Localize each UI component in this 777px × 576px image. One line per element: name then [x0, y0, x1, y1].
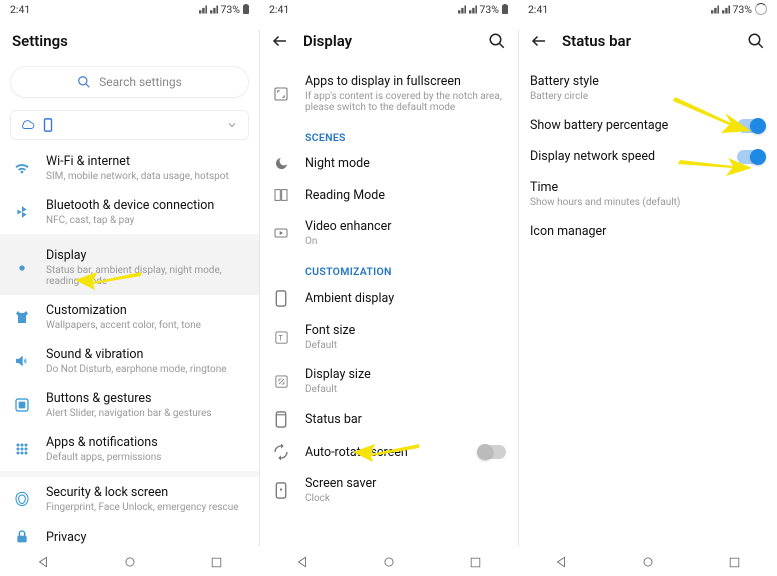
lock-icon: [14, 529, 30, 545]
loading-icon: [755, 3, 767, 15]
search-icon: [77, 75, 91, 89]
nav-back-icon[interactable]: [554, 555, 568, 569]
cloud-icon: [21, 118, 35, 132]
section-customization: CUSTOMIZATION: [259, 255, 518, 282]
video-enhancer-row[interactable]: Video enhancerOn: [259, 211, 518, 255]
auto-rotate-toggle[interactable]: [478, 445, 506, 459]
night-mode-row[interactable]: Night mode: [259, 148, 518, 179]
display-size-row[interactable]: Display sizeDefault: [259, 359, 518, 403]
page-title: Settings: [12, 32, 247, 50]
svg-text:T: T: [278, 333, 283, 342]
screen-saver-row[interactable]: Screen saverClock: [259, 468, 518, 512]
account-card[interactable]: [10, 110, 249, 140]
brightness-icon: [14, 260, 30, 276]
fingerprint-icon: [14, 491, 30, 507]
gestures-icon: [14, 397, 30, 413]
chevron-down-icon: [226, 119, 238, 131]
system-status-bar: 2:41 73%: [259, 0, 518, 18]
nav-home-icon[interactable]: [382, 555, 396, 569]
back-icon[interactable]: [530, 32, 548, 50]
signal-icon: [199, 5, 207, 14]
nav-recent-icon[interactable]: [469, 556, 482, 569]
page-title: Display: [303, 32, 474, 50]
clock: 2:41: [269, 3, 289, 16]
nav-bar: [0, 548, 259, 576]
signal2-icon: [210, 5, 218, 14]
icon-manager-row[interactable]: Icon manager: [518, 216, 777, 247]
signal-icon: [711, 5, 719, 14]
screensaver-icon: [275, 482, 287, 499]
search-icon[interactable]: [488, 32, 506, 50]
wifi-icon: [14, 160, 30, 176]
settings-item-bluetooth[interactable]: Bluetooth & device connectionNFC, cast, …: [0, 190, 259, 234]
settings-item-wifi[interactable]: Wi-Fi & internetSIM, mobile network, dat…: [0, 146, 259, 190]
nav-bar: [259, 548, 518, 576]
settings-item-display[interactable]: DisplayStatus bar, ambient display, nigh…: [0, 240, 259, 295]
time-row[interactable]: TimeShow hours and minutes (default): [518, 172, 777, 216]
network-speed-toggle[interactable]: [737, 150, 765, 164]
signal2-icon: [722, 5, 730, 14]
clock: 2:41: [528, 3, 548, 16]
nav-back-icon[interactable]: [36, 555, 50, 569]
page-title: Status bar: [562, 32, 733, 50]
nav-recent-icon[interactable]: [728, 556, 741, 569]
fullscreen-icon: [273, 86, 289, 102]
ambient-display-row[interactable]: Ambient display: [259, 282, 518, 315]
show-battery-pct-row[interactable]: Show battery percentage: [518, 110, 777, 141]
battery-icon: [502, 4, 508, 14]
back-icon[interactable]: [271, 32, 289, 50]
nav-bar: [518, 548, 777, 576]
search-icon[interactable]: [747, 32, 765, 50]
system-status-bar: 2:41 73%: [518, 0, 777, 18]
shirt-icon: [14, 309, 30, 325]
font-icon: T: [274, 330, 289, 345]
signal-icon: [458, 5, 466, 14]
settings-item-privacy[interactable]: Privacy: [0, 521, 259, 548]
settings-item-apps[interactable]: Apps & notificationsDefault apps, permis…: [0, 427, 259, 471]
battery-pct: 73%: [221, 3, 241, 16]
settings-item-security[interactable]: Security & lock screenFingerprint, Face …: [0, 477, 259, 521]
section-scenes: SCENES: [259, 121, 518, 148]
phone-icon: [43, 118, 53, 132]
bluetooth-icon: [15, 204, 29, 220]
apps-fullscreen-row[interactable]: Apps to display in fullscreenIf app's co…: [259, 66, 518, 121]
nav-home-icon[interactable]: [641, 555, 655, 569]
status-bar-row[interactable]: Status bar: [259, 403, 518, 436]
status-bar-panel: 2:41 73% Status bar Battery styleBattery…: [518, 0, 777, 576]
battery-icon: [243, 4, 249, 14]
nav-recent-icon[interactable]: [210, 556, 223, 569]
settings-item-buttons[interactable]: Buttons & gesturesAlert Slider, navigati…: [0, 383, 259, 427]
signal2-icon: [469, 5, 477, 14]
battery-pct: 73%: [480, 3, 500, 16]
phone-icon: [275, 290, 287, 307]
settings-item-customization[interactable]: CustomizationWallpapers, accent color, f…: [0, 295, 259, 339]
system-status-bar: 2:41 73%: [0, 0, 259, 18]
moon-icon: [274, 156, 289, 171]
battery-pct-toggle[interactable]: [737, 119, 765, 133]
clock: 2:41: [10, 3, 30, 16]
font-size-row[interactable]: T Font sizeDefault: [259, 315, 518, 359]
settings-panel: 2:41 73% Settings Search settings Wi-Fi …: [0, 0, 259, 576]
statusbar-icon: [275, 411, 287, 428]
apps-icon: [14, 441, 30, 457]
nav-home-icon[interactable]: [123, 555, 137, 569]
volume-icon: [14, 353, 30, 369]
book-icon: [273, 187, 289, 203]
display-panel: 2:41 73% Display Apps to display in full…: [259, 0, 518, 576]
auto-rotate-row[interactable]: Auto-rotate screen: [259, 436, 518, 468]
rotate-icon: [273, 444, 289, 460]
reading-mode-row[interactable]: Reading Mode: [259, 179, 518, 211]
resize-icon: [274, 374, 289, 389]
settings-item-sound[interactable]: Sound & vibrationDo Not Disturb, earphon…: [0, 339, 259, 383]
video-icon: [273, 225, 289, 241]
header: Settings: [0, 18, 259, 60]
search-placeholder: Search settings: [99, 75, 182, 89]
search-settings[interactable]: Search settings: [10, 66, 249, 98]
display-network-speed-row[interactable]: Display network speed: [518, 141, 777, 172]
battery-style-row[interactable]: Battery styleBattery circle: [518, 66, 777, 110]
nav-back-icon[interactable]: [295, 555, 309, 569]
battery-pct: 73%: [733, 3, 753, 16]
